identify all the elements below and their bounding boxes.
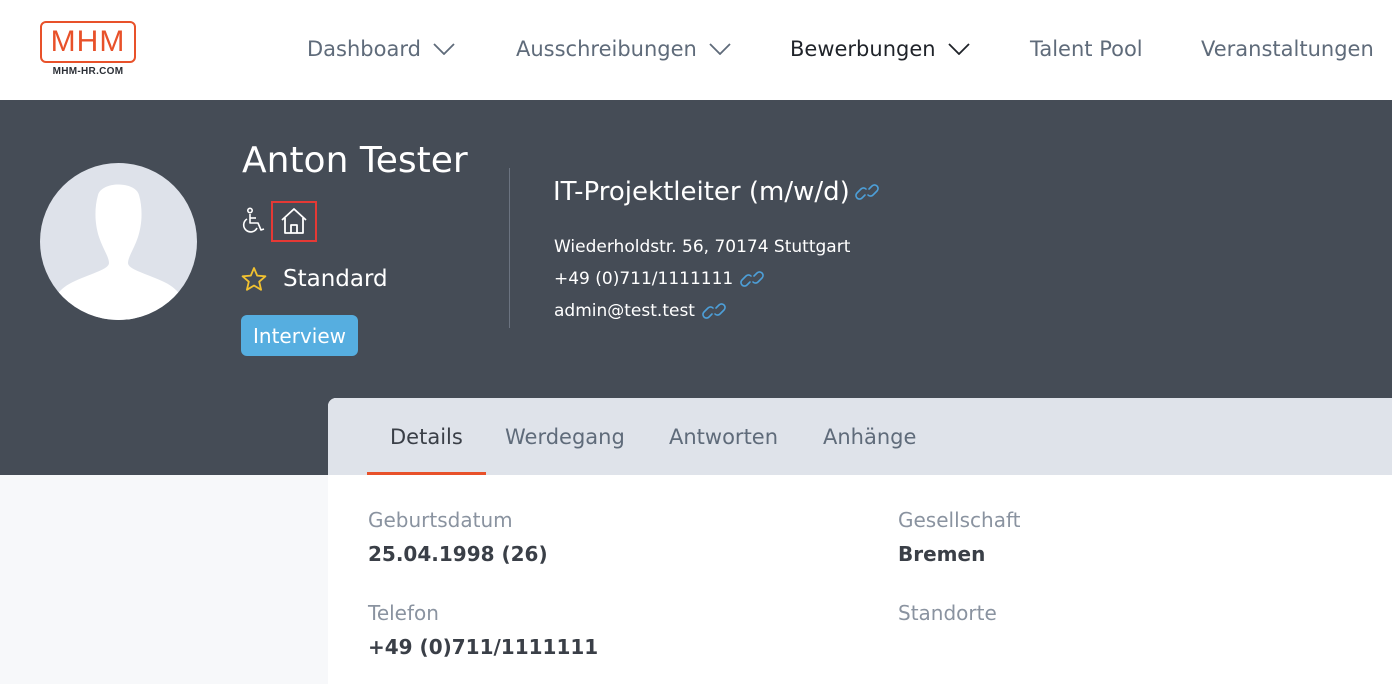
job-address: Wiederholdstr. 56, 70174 Stuttgart	[554, 234, 850, 260]
tab-werdegang[interactable]: Werdegang	[505, 398, 625, 475]
logo-mark: MHM	[40, 21, 136, 63]
logo-subtext: MHM-HR.COM	[52, 66, 124, 77]
nav-item-dashboard[interactable]: Dashboard	[307, 34, 455, 64]
home-icon	[281, 208, 307, 234]
home-icon-highlight[interactable]	[271, 200, 317, 242]
top-navigation: MHM MHM-HR.COM Dashboard Ausschreibungen…	[0, 0, 1392, 100]
birthdate-value: 25.04.1998 (26)	[368, 542, 548, 566]
link-icon[interactable]	[739, 269, 765, 289]
tab-antworten[interactable]: Antworten	[669, 398, 778, 475]
link-icon[interactable]	[854, 182, 880, 202]
nav-item-label: Bewerbungen	[790, 37, 936, 61]
details-card: Details Werdegang Antworten Anhänge Gebu…	[328, 398, 1392, 684]
nav-item-veranstaltungen[interactable]: Veranstaltungen	[1201, 34, 1374, 64]
birthdate-label: Geburtsdatum	[368, 508, 513, 532]
chevron-down-icon	[709, 43, 731, 55]
phone-label: Telefon	[368, 601, 439, 625]
locations-label: Standorte	[898, 601, 997, 625]
nav-item-label: Veranstaltungen	[1201, 37, 1374, 61]
logo[interactable]: MHM MHM-HR.COM	[40, 21, 136, 81]
phone-value: +49 (0)711/1111111	[368, 635, 599, 659]
status-badge[interactable]: Interview	[241, 315, 358, 356]
job-phone-text: +49 (0)711/1111111	[554, 269, 734, 289]
nav-item-ausschreibungen[interactable]: Ausschreibungen	[516, 34, 731, 64]
company-value: Bremen	[898, 542, 986, 566]
job-address-text: Wiederholdstr. 56, 70174 Stuttgart	[554, 237, 851, 257]
nav-item-label: Dashboard	[307, 37, 421, 61]
job-title-text[interactable]: IT-Projektleiter (m/w/d)	[553, 177, 850, 207]
link-icon[interactable]	[701, 301, 727, 321]
nav-item-label: Ausschreibungen	[516, 37, 697, 61]
avatar	[40, 163, 197, 320]
company-label: Gesellschaft	[898, 508, 1021, 532]
candidate-icons	[240, 200, 317, 242]
tab-details[interactable]: Details	[367, 398, 486, 475]
tab-anhaenge[interactable]: Anhänge	[823, 398, 916, 475]
job-phone: +49 (0)711/1111111	[554, 266, 765, 292]
job-title: IT-Projektleiter (m/w/d)	[553, 174, 880, 210]
nav-item-bewerbungen[interactable]: Bewerbungen	[790, 34, 970, 64]
job-email-text: admin@test.test	[554, 301, 695, 321]
chevron-down-icon	[947, 43, 970, 55]
star-icon	[241, 267, 267, 291]
tab-bar: Details Werdegang Antworten Anhänge	[328, 398, 1392, 475]
candidate-name: Anton Tester	[242, 140, 468, 181]
chevron-down-icon	[433, 43, 455, 55]
header-divider	[509, 168, 510, 328]
wheelchair-icon[interactable]	[240, 207, 268, 235]
nav-item-talent-pool[interactable]: Talent Pool	[1030, 34, 1143, 64]
nav-item-label: Talent Pool	[1030, 37, 1143, 61]
job-email: admin@test.test	[554, 298, 727, 324]
rating[interactable]: Standard	[241, 262, 388, 296]
rating-label: Standard	[283, 266, 388, 292]
user-silhouette-icon	[47, 184, 190, 320]
